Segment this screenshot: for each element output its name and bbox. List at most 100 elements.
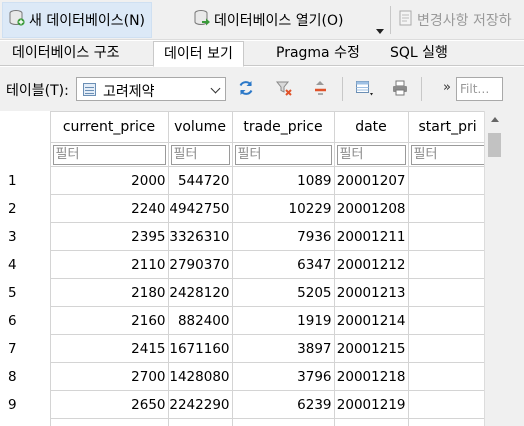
table-row[interactable]: 9265022422906239200012192 — [2, 390, 484, 419]
cell-start-price[interactable]: 2 — [407, 194, 484, 223]
table-row[interactable]: 3239533263107936200012112 — [2, 222, 484, 251]
column-filter-date[interactable]: 필터 — [336, 144, 406, 165]
scroll-up-icon[interactable] — [491, 117, 499, 122]
column-header-current-price[interactable]: current_price — [49, 111, 169, 143]
table-row[interactable]: 621608824001919200012142 — [2, 306, 484, 335]
cell-trade-price[interactable]: 7936 — [231, 222, 335, 251]
row-number[interactable]: 6 — [2, 306, 51, 335]
cell-current-price[interactable]: 2700 — [49, 362, 169, 391]
cell-start-price[interactable]: 2 — [407, 306, 484, 335]
global-filter-input[interactable]: Filt… — [456, 77, 503, 101]
cell-volume[interactable]: 4942750 — [167, 194, 233, 223]
cell-trade-price[interactable]: 2330 — [231, 418, 335, 426]
cell-trade-price[interactable]: 10229 — [231, 194, 335, 223]
cell-date[interactable]: 20001218 — [333, 362, 409, 391]
table-row[interactable]: 120005447201089200012072 — [2, 166, 484, 195]
cell-date[interactable]: 20001219 — [333, 390, 409, 419]
cell-date[interactable]: 20001214 — [333, 306, 409, 335]
cell-current-price[interactable]: 2240 — [49, 194, 169, 223]
cell-trade-price[interactable]: 3897 — [231, 334, 335, 363]
cell-volume[interactable]: 544720 — [167, 166, 233, 195]
table-row[interactable]: 5218024281205205200012132 — [2, 278, 484, 307]
write-changes-button[interactable]: 변경사항 저장하 — [393, 2, 518, 38]
cell-date[interactable]: 20001211 — [333, 222, 409, 251]
cell-start-price[interactable]: 2 — [407, 166, 484, 195]
cell-volume[interactable]: 2428120 — [167, 278, 233, 307]
toolbar-separator — [342, 77, 343, 101]
cell-start-price[interactable]: 2 — [407, 390, 484, 419]
toolbar-overflow-icon[interactable]: » — [443, 80, 451, 95]
cell-current-price[interactable]: 2160 — [49, 306, 169, 335]
column-filter-start-price[interactable]: 필터 — [410, 144, 484, 165]
cell-volume[interactable]: 2242290 — [167, 390, 233, 419]
cell-date[interactable]: 20001213 — [333, 278, 409, 307]
cell-trade-price[interactable]: 6239 — [231, 390, 335, 419]
print-icon[interactable] — [391, 79, 411, 99]
column-filter-current-price[interactable]: 필터 — [52, 144, 166, 165]
row-number[interactable]: 4 — [2, 250, 51, 279]
table-select-combobox[interactable]: 고려제약 — [76, 77, 226, 101]
scrollbar-thumb[interactable] — [488, 133, 501, 157]
row-number[interactable]: 1 — [2, 166, 51, 195]
cell-date[interactable]: 20001207 — [333, 166, 409, 195]
cell-trade-price[interactable]: 3796 — [231, 362, 335, 391]
cell-date[interactable]: 20001208 — [333, 194, 409, 223]
cell-current-price[interactable]: 2180 — [49, 278, 169, 307]
cell-trade-price[interactable]: 6347 — [231, 250, 335, 279]
cell-current-price[interactable]: 2395 — [49, 222, 169, 251]
cell-trade-price[interactable]: 1919 — [231, 306, 335, 335]
cell-volume[interactable]: 2790370 — [167, 250, 233, 279]
cell-current-price[interactable]: 2335 — [49, 418, 169, 426]
vertical-scrollbar[interactable] — [484, 111, 504, 426]
cell-start-price[interactable]: 2 — [407, 222, 484, 251]
cell-current-price[interactable]: 2415 — [49, 334, 169, 363]
open-database-dropdown-icon[interactable] — [376, 29, 384, 34]
row-number[interactable]: 3 — [2, 222, 51, 251]
column-header-date[interactable]: date — [333, 111, 409, 143]
tab-database-structure[interactable]: 데이터베이스 구조 — [2, 41, 130, 66]
table-row[interactable]: 22240494275010229200012082 — [2, 194, 484, 223]
cell-current-price[interactable]: 2000 — [49, 166, 169, 195]
column-header-trade-price[interactable]: trade_price — [231, 111, 335, 143]
table-row[interactable]: 1023359423302330200012202 — [2, 418, 484, 426]
cell-start-price[interactable]: 2 — [407, 250, 484, 279]
table-row[interactable]: 7241516711603897200012152 — [2, 334, 484, 363]
cell-start-price[interactable]: 2 — [407, 334, 484, 363]
row-number[interactable]: 2 — [2, 194, 51, 223]
cell-trade-price[interactable]: 1089 — [231, 166, 335, 195]
cell-date[interactable]: 20001220 — [333, 418, 409, 426]
table-row[interactable]: 4211027903706347200012122 — [2, 250, 484, 279]
open-database-button[interactable]: 데이터베이스 열기(O) — [188, 2, 349, 38]
cell-volume[interactable]: 1428080 — [167, 362, 233, 391]
new-database-button[interactable]: 새 데이터베이스(N) — [2, 2, 153, 38]
cell-volume[interactable]: 882400 — [167, 306, 233, 335]
cell-start-price[interactable]: 2 — [407, 418, 484, 426]
row-number[interactable]: 9 — [2, 390, 51, 419]
tab-browse-data[interactable]: 데이터 보기 — [153, 41, 244, 67]
row-number[interactable]: 7 — [2, 334, 51, 363]
tab-execute-sql[interactable]: SQL 실행 — [380, 41, 458, 66]
cell-volume[interactable]: 942330 — [167, 418, 233, 426]
cell-start-price[interactable]: 2 — [407, 278, 484, 307]
clear-filters-icon[interactable] — [275, 79, 295, 99]
clear-sort-icon[interactable] — [312, 79, 332, 99]
column-header-volume[interactable]: volume — [167, 111, 233, 143]
tab-edit-pragmas[interactable]: Pragma 수정 — [266, 41, 370, 66]
column-header-start-price[interactable]: start_pri — [407, 111, 484, 143]
cell-trade-price[interactable]: 5205 — [231, 278, 335, 307]
cell-start-price[interactable]: 2 — [407, 362, 484, 391]
column-filter-trade-price[interactable]: 필터 — [234, 144, 332, 165]
refresh-icon[interactable] — [237, 79, 257, 99]
cell-date[interactable]: 20001215 — [333, 334, 409, 363]
cell-current-price[interactable]: 2650 — [49, 390, 169, 419]
cell-volume[interactable]: 1671160 — [167, 334, 233, 363]
row-number[interactable]: 5 — [2, 278, 51, 307]
cell-date[interactable]: 20001212 — [333, 250, 409, 279]
column-filter-volume[interactable]: 필터 — [170, 144, 230, 165]
cell-current-price[interactable]: 2110 — [49, 250, 169, 279]
row-number[interactable]: 10 — [2, 418, 51, 426]
insert-record-icon[interactable] — [355, 79, 375, 99]
table-row[interactable]: 8270014280803796200012182 — [2, 362, 484, 391]
cell-volume[interactable]: 3326310 — [167, 222, 233, 251]
row-number[interactable]: 8 — [2, 362, 51, 391]
